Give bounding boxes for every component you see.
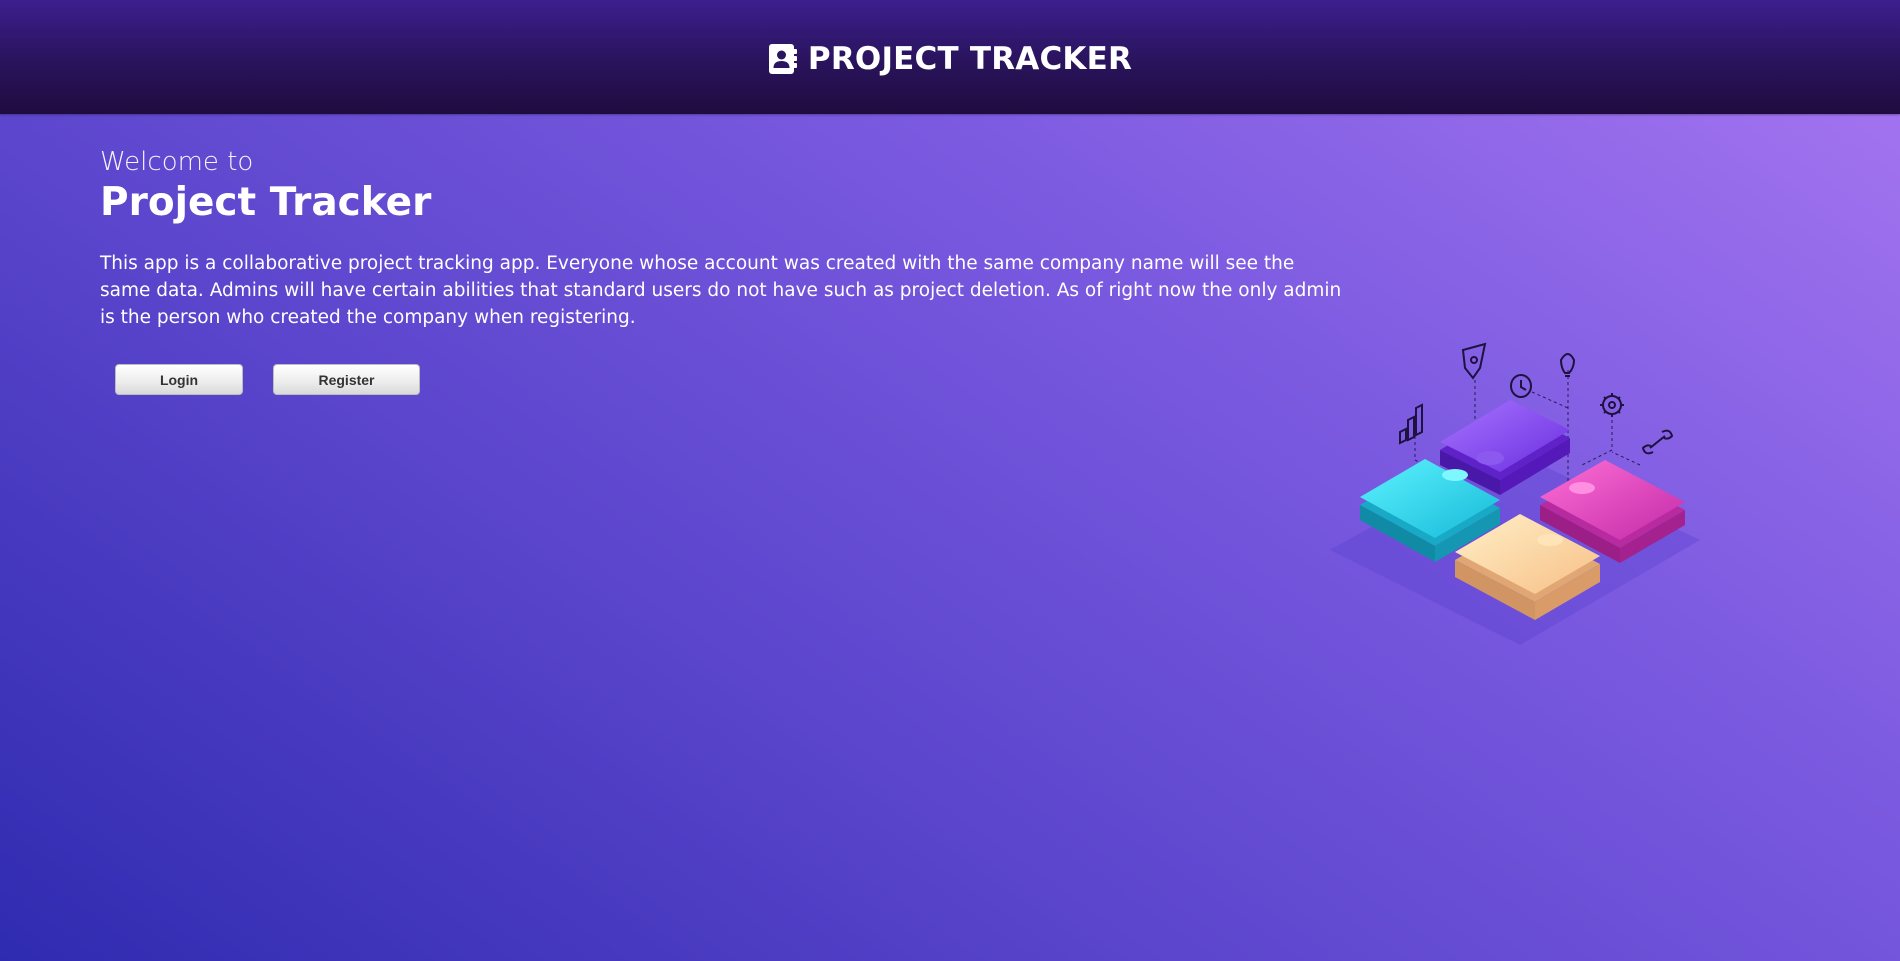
brand-name: PROJECT TRACKER [807, 41, 1133, 77]
page-title: Project Tracker [100, 180, 432, 225]
gear-icon [1600, 393, 1624, 417]
contact-book-icon [768, 44, 797, 74]
shield-icon [1461, 342, 1487, 380]
register-button[interactable]: Register [273, 364, 420, 395]
wrench-icon [1641, 429, 1674, 455]
auth-actions: Login Register [115, 364, 420, 395]
clock-icon [1510, 374, 1532, 398]
welcome-text: Welcome to [100, 147, 254, 177]
brand[interactable]: PROJECT TRACKER [768, 41, 1132, 77]
login-button[interactable]: Login [115, 364, 243, 395]
puzzle-pieces-illustration [1330, 342, 1700, 645]
hero-section: Welcome to Project Tracker This app is a… [100, 146, 1350, 331]
top-header: PROJECT TRACKER [0, 0, 1900, 114]
app-description: This app is a collaborative project trac… [100, 253, 1342, 328]
lightbulb-icon [1559, 353, 1576, 377]
bar-chart-icon [1399, 403, 1423, 445]
